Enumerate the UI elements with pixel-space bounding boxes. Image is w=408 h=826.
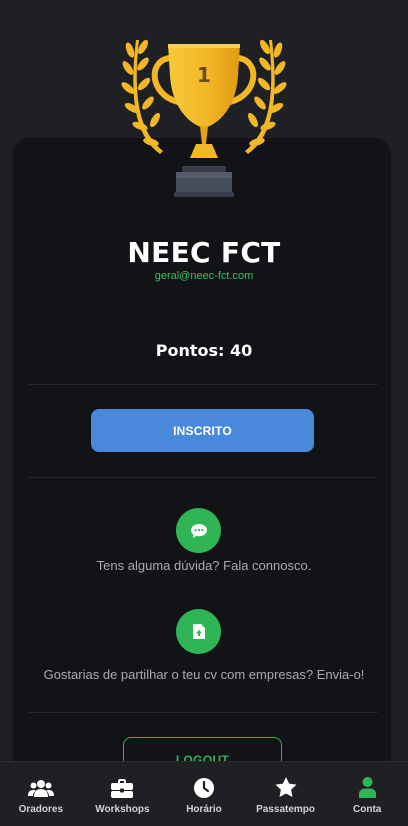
inscrito-button[interactable]: INSCRITO: [91, 409, 314, 452]
rank-number: 1: [197, 63, 211, 87]
contact-text: Tens alguma dúvida? Fala connosco.: [96, 558, 312, 573]
bottom-tab-bar: Oradores Workshops Horário Passatempo Co…: [0, 761, 408, 826]
tab-passatempo[interactable]: Passatempo: [245, 762, 327, 826]
user-icon: [358, 777, 376, 798]
divider: [28, 384, 378, 385]
users-icon: [27, 780, 54, 797]
tab-oradores[interactable]: Oradores: [0, 762, 82, 826]
tab-label: Horário: [186, 804, 222, 815]
points-label: Pontos: 40: [155, 341, 253, 360]
briefcase-icon: [111, 779, 134, 798]
chat-icon: [190, 523, 207, 538]
profile-email: geral@neec-fct.com: [154, 270, 254, 282]
upload-cv-button[interactable]: [176, 609, 221, 654]
file-upload-icon: [192, 624, 205, 639]
tab-workshops[interactable]: Workshops: [82, 762, 164, 826]
tab-label: Workshops: [95, 804, 150, 815]
cv-text: Gostarias de partilhar o teu cv com empr…: [43, 667, 365, 682]
tab-label: Oradores: [18, 804, 64, 815]
chat-button[interactable]: [176, 508, 221, 553]
tab-horario[interactable]: Horário: [163, 762, 245, 826]
tab-conta[interactable]: Conta: [326, 762, 408, 826]
divider: [28, 712, 378, 713]
clock-icon: [193, 778, 214, 798]
profile-name: NEEC FCT: [127, 236, 281, 269]
star-icon: [275, 777, 297, 797]
profile-screen: 1 NEEC FCT geral@neec-fct.com Pontos: 40…: [0, 0, 408, 826]
divider: [28, 477, 378, 478]
trophy-icon: 1: [120, 36, 288, 201]
tab-label: Passatempo: [256, 804, 316, 815]
tab-label: Conta: [353, 804, 382, 815]
